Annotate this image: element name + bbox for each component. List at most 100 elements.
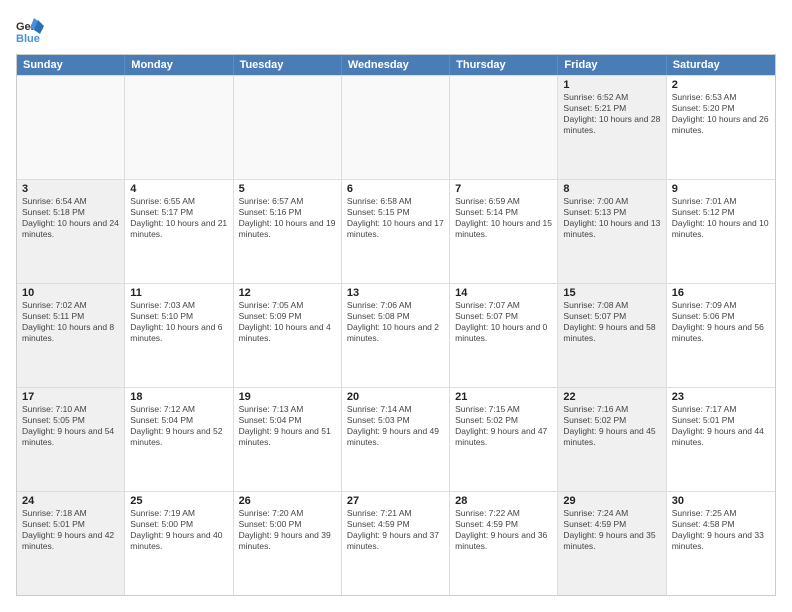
day-info: Sunrise: 7:22 AM Sunset: 4:59 PM Dayligh… [455,508,552,552]
day-number: 9 [672,183,770,195]
day-info: Sunrise: 6:52 AM Sunset: 5:21 PM Dayligh… [563,92,660,136]
day-info: Sunrise: 7:18 AM Sunset: 5:01 PM Dayligh… [22,508,119,552]
cal-cell: 21Sunrise: 7:15 AM Sunset: 5:02 PM Dayli… [450,388,558,491]
day-info: Sunrise: 6:59 AM Sunset: 5:14 PM Dayligh… [455,196,552,240]
calendar: SundayMondayTuesdayWednesdayThursdayFrid… [16,54,776,596]
day-info: Sunrise: 7:17 AM Sunset: 5:01 PM Dayligh… [672,404,770,448]
day-info: Sunrise: 7:08 AM Sunset: 5:07 PM Dayligh… [563,300,660,344]
header: General Blue [16,16,776,44]
cal-cell: 2Sunrise: 6:53 AM Sunset: 5:20 PM Daylig… [667,76,775,179]
day-info: Sunrise: 7:24 AM Sunset: 4:59 PM Dayligh… [563,508,660,552]
page: General Blue SundayMondayTuesdayWednesda… [0,0,792,612]
cal-cell: 17Sunrise: 7:10 AM Sunset: 5:05 PM Dayli… [17,388,125,491]
week-row-1: 1Sunrise: 6:52 AM Sunset: 5:21 PM Daylig… [17,75,775,179]
day-number: 6 [347,183,444,195]
cal-cell: 27Sunrise: 7:21 AM Sunset: 4:59 PM Dayli… [342,492,450,595]
cal-cell: 6Sunrise: 6:58 AM Sunset: 5:15 PM Daylig… [342,180,450,283]
cal-cell: 10Sunrise: 7:02 AM Sunset: 5:11 PM Dayli… [17,284,125,387]
day-info: Sunrise: 7:09 AM Sunset: 5:06 PM Dayligh… [672,300,770,344]
cal-cell [125,76,233,179]
day-info: Sunrise: 7:01 AM Sunset: 5:12 PM Dayligh… [672,196,770,240]
day-info: Sunrise: 7:12 AM Sunset: 5:04 PM Dayligh… [130,404,227,448]
day-info: Sunrise: 7:21 AM Sunset: 4:59 PM Dayligh… [347,508,444,552]
day-number: 4 [130,183,227,195]
cal-cell: 5Sunrise: 6:57 AM Sunset: 5:16 PM Daylig… [234,180,342,283]
day-number: 24 [22,495,119,507]
day-info: Sunrise: 7:07 AM Sunset: 5:07 PM Dayligh… [455,300,552,344]
cal-cell: 29Sunrise: 7:24 AM Sunset: 4:59 PM Dayli… [558,492,666,595]
header-day-thursday: Thursday [450,55,558,75]
day-number: 29 [563,495,660,507]
day-info: Sunrise: 7:16 AM Sunset: 5:02 PM Dayligh… [563,404,660,448]
day-number: 10 [22,287,119,299]
cal-cell: 25Sunrise: 7:19 AM Sunset: 5:00 PM Dayli… [125,492,233,595]
day-number: 1 [563,79,660,91]
cal-cell [450,76,558,179]
header-day-friday: Friday [558,55,666,75]
day-info: Sunrise: 6:54 AM Sunset: 5:18 PM Dayligh… [22,196,119,240]
cal-cell: 16Sunrise: 7:09 AM Sunset: 5:06 PM Dayli… [667,284,775,387]
header-day-wednesday: Wednesday [342,55,450,75]
day-info: Sunrise: 6:53 AM Sunset: 5:20 PM Dayligh… [672,92,770,136]
cal-cell: 22Sunrise: 7:16 AM Sunset: 5:02 PM Dayli… [558,388,666,491]
cal-cell: 26Sunrise: 7:20 AM Sunset: 5:00 PM Dayli… [234,492,342,595]
day-info: Sunrise: 6:55 AM Sunset: 5:17 PM Dayligh… [130,196,227,240]
cal-cell: 23Sunrise: 7:17 AM Sunset: 5:01 PM Dayli… [667,388,775,491]
logo-icon: General Blue [16,16,44,44]
day-info: Sunrise: 7:15 AM Sunset: 5:02 PM Dayligh… [455,404,552,448]
cal-cell: 9Sunrise: 7:01 AM Sunset: 5:12 PM Daylig… [667,180,775,283]
header-day-monday: Monday [125,55,233,75]
day-number: 18 [130,391,227,403]
day-info: Sunrise: 7:10 AM Sunset: 5:05 PM Dayligh… [22,404,119,448]
week-row-2: 3Sunrise: 6:54 AM Sunset: 5:18 PM Daylig… [17,179,775,283]
day-info: Sunrise: 7:25 AM Sunset: 4:58 PM Dayligh… [672,508,770,552]
day-info: Sunrise: 7:02 AM Sunset: 5:11 PM Dayligh… [22,300,119,344]
day-number: 21 [455,391,552,403]
day-number: 8 [563,183,660,195]
cal-cell: 13Sunrise: 7:06 AM Sunset: 5:08 PM Dayli… [342,284,450,387]
day-number: 7 [455,183,552,195]
svg-text:Blue: Blue [16,33,40,44]
day-info: Sunrise: 7:19 AM Sunset: 5:00 PM Dayligh… [130,508,227,552]
day-info: Sunrise: 6:57 AM Sunset: 5:16 PM Dayligh… [239,196,336,240]
day-number: 22 [563,391,660,403]
day-info: Sunrise: 6:58 AM Sunset: 5:15 PM Dayligh… [347,196,444,240]
day-info: Sunrise: 7:14 AM Sunset: 5:03 PM Dayligh… [347,404,444,448]
cal-cell: 30Sunrise: 7:25 AM Sunset: 4:58 PM Dayli… [667,492,775,595]
day-number: 23 [672,391,770,403]
day-number: 2 [672,79,770,91]
calendar-body: 1Sunrise: 6:52 AM Sunset: 5:21 PM Daylig… [17,75,775,595]
cal-cell: 4Sunrise: 6:55 AM Sunset: 5:17 PM Daylig… [125,180,233,283]
cal-cell: 28Sunrise: 7:22 AM Sunset: 4:59 PM Dayli… [450,492,558,595]
cal-cell: 15Sunrise: 7:08 AM Sunset: 5:07 PM Dayli… [558,284,666,387]
header-day-sunday: Sunday [17,55,125,75]
day-number: 28 [455,495,552,507]
day-number: 17 [22,391,119,403]
cal-cell: 3Sunrise: 6:54 AM Sunset: 5:18 PM Daylig… [17,180,125,283]
day-number: 20 [347,391,444,403]
cal-cell: 24Sunrise: 7:18 AM Sunset: 5:01 PM Dayli… [17,492,125,595]
cal-cell: 19Sunrise: 7:13 AM Sunset: 5:04 PM Dayli… [234,388,342,491]
week-row-3: 10Sunrise: 7:02 AM Sunset: 5:11 PM Dayli… [17,283,775,387]
cal-cell: 20Sunrise: 7:14 AM Sunset: 5:03 PM Dayli… [342,388,450,491]
day-number: 14 [455,287,552,299]
logo: General Blue [16,16,48,44]
day-number: 30 [672,495,770,507]
day-number: 13 [347,287,444,299]
day-info: Sunrise: 7:00 AM Sunset: 5:13 PM Dayligh… [563,196,660,240]
calendar-header: SundayMondayTuesdayWednesdayThursdayFrid… [17,55,775,75]
header-day-tuesday: Tuesday [234,55,342,75]
day-info: Sunrise: 7:05 AM Sunset: 5:09 PM Dayligh… [239,300,336,344]
day-number: 27 [347,495,444,507]
cal-cell: 12Sunrise: 7:05 AM Sunset: 5:09 PM Dayli… [234,284,342,387]
day-number: 26 [239,495,336,507]
cal-cell: 14Sunrise: 7:07 AM Sunset: 5:07 PM Dayli… [450,284,558,387]
day-number: 12 [239,287,336,299]
day-number: 16 [672,287,770,299]
cal-cell [234,76,342,179]
day-number: 5 [239,183,336,195]
cal-cell: 1Sunrise: 6:52 AM Sunset: 5:21 PM Daylig… [558,76,666,179]
cal-cell: 8Sunrise: 7:00 AM Sunset: 5:13 PM Daylig… [558,180,666,283]
header-day-saturday: Saturday [667,55,775,75]
day-info: Sunrise: 7:13 AM Sunset: 5:04 PM Dayligh… [239,404,336,448]
